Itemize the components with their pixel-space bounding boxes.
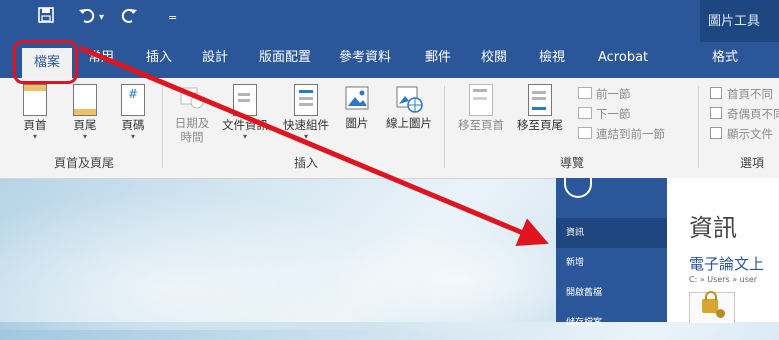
red-arrow-annotation [79, 45, 549, 247]
